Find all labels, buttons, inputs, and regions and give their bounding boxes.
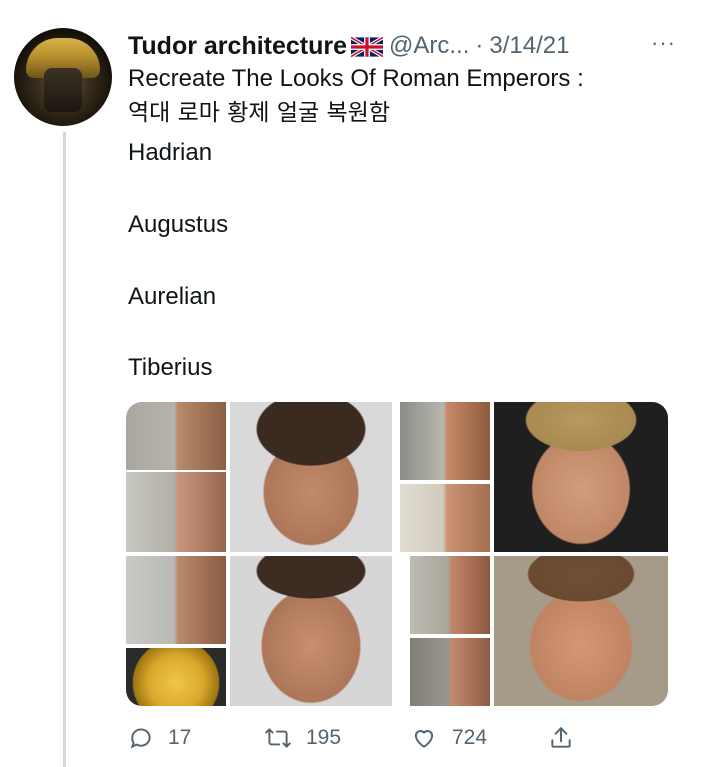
handle[interactable]: @Arc... <box>389 32 469 60</box>
hadrian-portrait-image[interactable] <box>230 402 392 552</box>
reply-icon <box>130 728 151 749</box>
emperor-name-tiberius: Tiberius <box>128 354 213 381</box>
emperor-name-augustus: Augustus <box>128 211 229 238</box>
tweet-header: Tudor architecture @Arc... · 3/14/21 ··· <box>128 30 698 62</box>
avatar[interactable] <box>14 28 112 126</box>
retweet-button[interactable]: 195 <box>264 725 341 751</box>
emperor-name-aurelian: Aurelian <box>128 283 217 310</box>
augustus-bust-image[interactable] <box>400 484 490 552</box>
thread-line <box>63 132 66 767</box>
more-options-icon[interactable]: ··· <box>651 30 676 56</box>
avatar-face <box>44 68 82 112</box>
aurelian-gold-coin-image[interactable] <box>126 648 226 706</box>
reply-button[interactable]: 17 <box>128 725 191 751</box>
aurelian-portrait-image[interactable] <box>230 556 392 706</box>
reply-count: 17 <box>168 726 192 749</box>
tiberius-bust-image[interactable] <box>410 638 490 706</box>
tweet-text-line: Recreate The Looks Of Roman Emperors : <box>128 65 584 92</box>
separator-dot: · <box>475 32 484 59</box>
retweet-icon <box>265 728 291 748</box>
share-button[interactable] <box>548 725 588 751</box>
tiberius-bust-split-image[interactable] <box>410 556 490 634</box>
augustus-bust-split-image[interactable] <box>400 402 490 480</box>
hadrian-bust-split-image[interactable] <box>126 402 226 470</box>
tiberius-portrait-image[interactable] <box>494 556 668 706</box>
media-grid[interactable] <box>126 402 668 706</box>
uk-flag-icon <box>351 37 384 57</box>
hadrian-bust-image[interactable] <box>126 472 226 552</box>
display-name[interactable]: Tudor architecture <box>128 32 347 61</box>
tweet-actions: 17 195 724 <box>128 725 608 755</box>
augustus-portrait-image[interactable] <box>494 402 668 552</box>
heart-icon <box>414 730 434 748</box>
like-button[interactable]: 724 <box>410 725 487 751</box>
emperor-name-hadrian: Hadrian <box>128 139 213 166</box>
aurelian-bust-split-image[interactable] <box>126 556 226 644</box>
share-icon <box>551 727 571 748</box>
tweet-date[interactable]: 3/14/21 <box>489 32 569 60</box>
like-count: 724 <box>452 726 488 749</box>
tweet-text-korean: 역대 로마 황제 얼굴 복원함 <box>128 100 391 126</box>
retweet-count: 195 <box>306 726 342 749</box>
